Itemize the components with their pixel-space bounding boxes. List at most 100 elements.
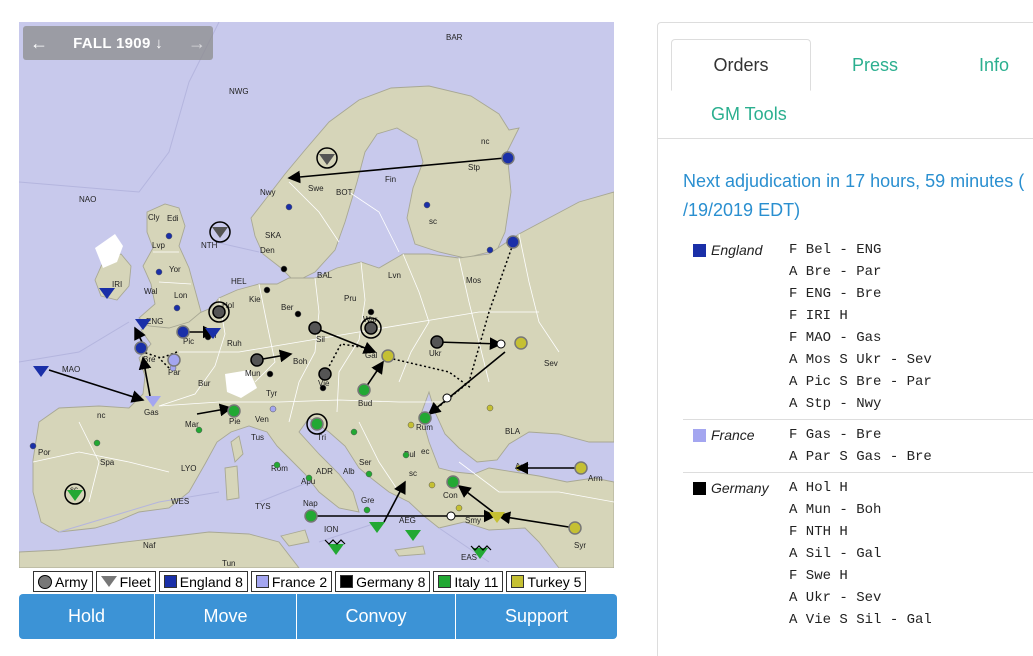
label-nwy: Nwy	[260, 188, 276, 197]
label-pie: Pie	[229, 417, 241, 426]
sc-dot	[280, 265, 288, 273]
order-lines: F Gas - Bre A Par S Gas - Bre	[789, 424, 932, 468]
label-arm: Arm	[588, 474, 603, 483]
army-unit-stp[interactable]	[501, 151, 515, 165]
order-line[interactable]: A Hol H	[789, 477, 932, 499]
order-line[interactable]: A Mos S Ukr - Sev	[789, 349, 932, 371]
order-line[interactable]: A Par S Gas - Bre	[789, 446, 932, 468]
label-kie: Kie	[249, 295, 261, 304]
army-unit-pic[interactable]	[176, 325, 190, 339]
army-unit-arm[interactable]	[574, 461, 588, 475]
label-tys: TYS	[255, 502, 271, 511]
label-nap: Nap	[303, 499, 318, 508]
label-lvn: Lvn	[388, 271, 401, 280]
army-unit-ukr[interactable]	[430, 335, 444, 349]
army-unit-bre[interactable]	[134, 341, 148, 355]
order-line[interactable]: F IRI H	[789, 305, 932, 327]
order-line[interactable]: F Swe H	[789, 565, 932, 587]
order-line[interactable]: F Gas - Bre	[789, 424, 932, 446]
order-line[interactable]: A Sil - Gal	[789, 543, 932, 565]
order-support-marker	[446, 511, 456, 521]
label-ser: Ser	[359, 458, 372, 467]
hold-button[interactable]: Hold	[19, 594, 155, 639]
nation-orders-france: France F Gas - Bre A Par S Gas - Bre	[683, 420, 1033, 473]
sc-dot	[486, 246, 494, 254]
diplomacy-map[interactable]: BAR NWG NAO Nwy Swe BOT Fin Stp nc sc Cl…	[19, 22, 614, 568]
army-unit-tri[interactable]	[310, 417, 324, 431]
order-line[interactable]: A Pic S Bre - Par	[789, 371, 932, 393]
arrow-right-icon[interactable]: →	[181, 33, 213, 54]
army-unit-bud[interactable]	[357, 383, 371, 397]
label-bar: BAR	[446, 33, 463, 42]
convoy-button[interactable]: Convoy	[297, 594, 456, 639]
africa-land	[19, 531, 300, 568]
tab-info[interactable]: Info	[979, 55, 1009, 76]
order-line[interactable]: A Ukr - Sev	[789, 587, 932, 609]
order-line[interactable]: F MAO - Gas	[789, 327, 932, 349]
sc-dot	[486, 404, 494, 412]
nation-orders-germany: Germany A Hol H A Mun - Boh F NTH H A Si…	[683, 473, 1033, 635]
sc-dot	[423, 201, 431, 209]
order-line[interactable]: F NTH H	[789, 521, 932, 543]
label-wes: WES	[171, 497, 189, 506]
army-unit-vie[interactable]	[318, 367, 332, 381]
season-label[interactable]: FALL 1909 ↓	[55, 35, 181, 52]
tab-orders[interactable]: Orders	[671, 39, 811, 91]
army-unit-rum[interactable]	[418, 411, 432, 425]
army-unit-mos[interactable]	[506, 235, 520, 249]
label-mao: MAO	[62, 365, 80, 374]
fleet-unit-nth[interactable]	[212, 227, 228, 238]
army-unit-mun[interactable]	[250, 353, 264, 367]
label-tus: Tus	[251, 433, 264, 442]
legend-nation-label: England 8	[179, 573, 243, 590]
fleet-unit-gre[interactable]	[369, 522, 385, 533]
army-unit-hol[interactable]	[212, 305, 226, 319]
arrow-down-icon[interactable]: ↓	[155, 35, 163, 52]
army-unit-nap[interactable]	[304, 509, 318, 523]
fleet-unit-ion[interactable]	[328, 544, 344, 555]
legend-nation-label: France 2	[271, 573, 328, 590]
label-fin: Fin	[385, 175, 396, 184]
tab-gm-tools[interactable]: GM Tools	[711, 104, 787, 125]
army-unit-war[interactable]	[364, 321, 378, 335]
army-unit-pie[interactable]	[227, 404, 241, 418]
france-swatch	[255, 575, 269, 588]
label-iri: IRI	[112, 280, 122, 289]
sc-dot	[285, 203, 293, 211]
order-line[interactable]: F Bel - ENG	[789, 239, 932, 261]
sc-dot	[29, 442, 37, 450]
tab-press[interactable]: Press	[852, 55, 898, 76]
label-pru: Pru	[344, 294, 356, 303]
adjudication-line-1: Next adjudication in 17 hours, 59 minute…	[683, 171, 1025, 191]
army-unit-par[interactable]	[167, 353, 181, 367]
order-line[interactable]: A Vie S Sil - Gal	[789, 609, 932, 631]
fleet-unit-aeg[interactable]	[405, 530, 421, 541]
nation-orders-england: England F Bel - ENG A Bre - Par F ENG - …	[683, 235, 1033, 420]
army-unit-sev[interactable]	[514, 336, 528, 350]
army-unit-sil[interactable]	[308, 321, 322, 335]
army-unit-syr[interactable]	[568, 521, 582, 535]
label-spa: Spa	[100, 458, 115, 467]
nation-swatch	[693, 429, 706, 442]
order-line[interactable]: A Stp - Nwy	[789, 393, 932, 415]
map-canvas[interactable]: BAR NWG NAO Nwy Swe BOT Fin Stp nc sc Cl…	[19, 22, 614, 568]
sidebar-tabs: Orders Press Info GM Tools	[658, 23, 1033, 139]
arrow-left-icon[interactable]: ←	[23, 33, 55, 54]
army-unit-con[interactable]	[446, 475, 460, 489]
label-bur: Bur	[198, 379, 211, 388]
label-nth: NTH	[201, 241, 218, 250]
nation-label: England	[711, 242, 763, 258]
order-line[interactable]: A Bre - Par	[789, 261, 932, 283]
legend-nation-france: France 2	[250, 571, 333, 592]
nation-swatch	[693, 482, 706, 495]
move-button[interactable]: Move	[155, 594, 297, 639]
army-unit-gal[interactable]	[381, 349, 395, 363]
label-lvp: Lvp	[152, 241, 165, 250]
support-button[interactable]: Support	[456, 594, 617, 639]
label-gal: Gal	[365, 351, 378, 360]
order-line[interactable]: F ENG - Bre	[789, 283, 932, 305]
label-nao: NAO	[79, 195, 96, 204]
fleet-unit-mao[interactable]	[33, 366, 49, 377]
order-line[interactable]: A Mun - Boh	[789, 499, 932, 521]
map-legend: Army Fleet England 8 France 2 Germany 8 …	[33, 571, 587, 592]
